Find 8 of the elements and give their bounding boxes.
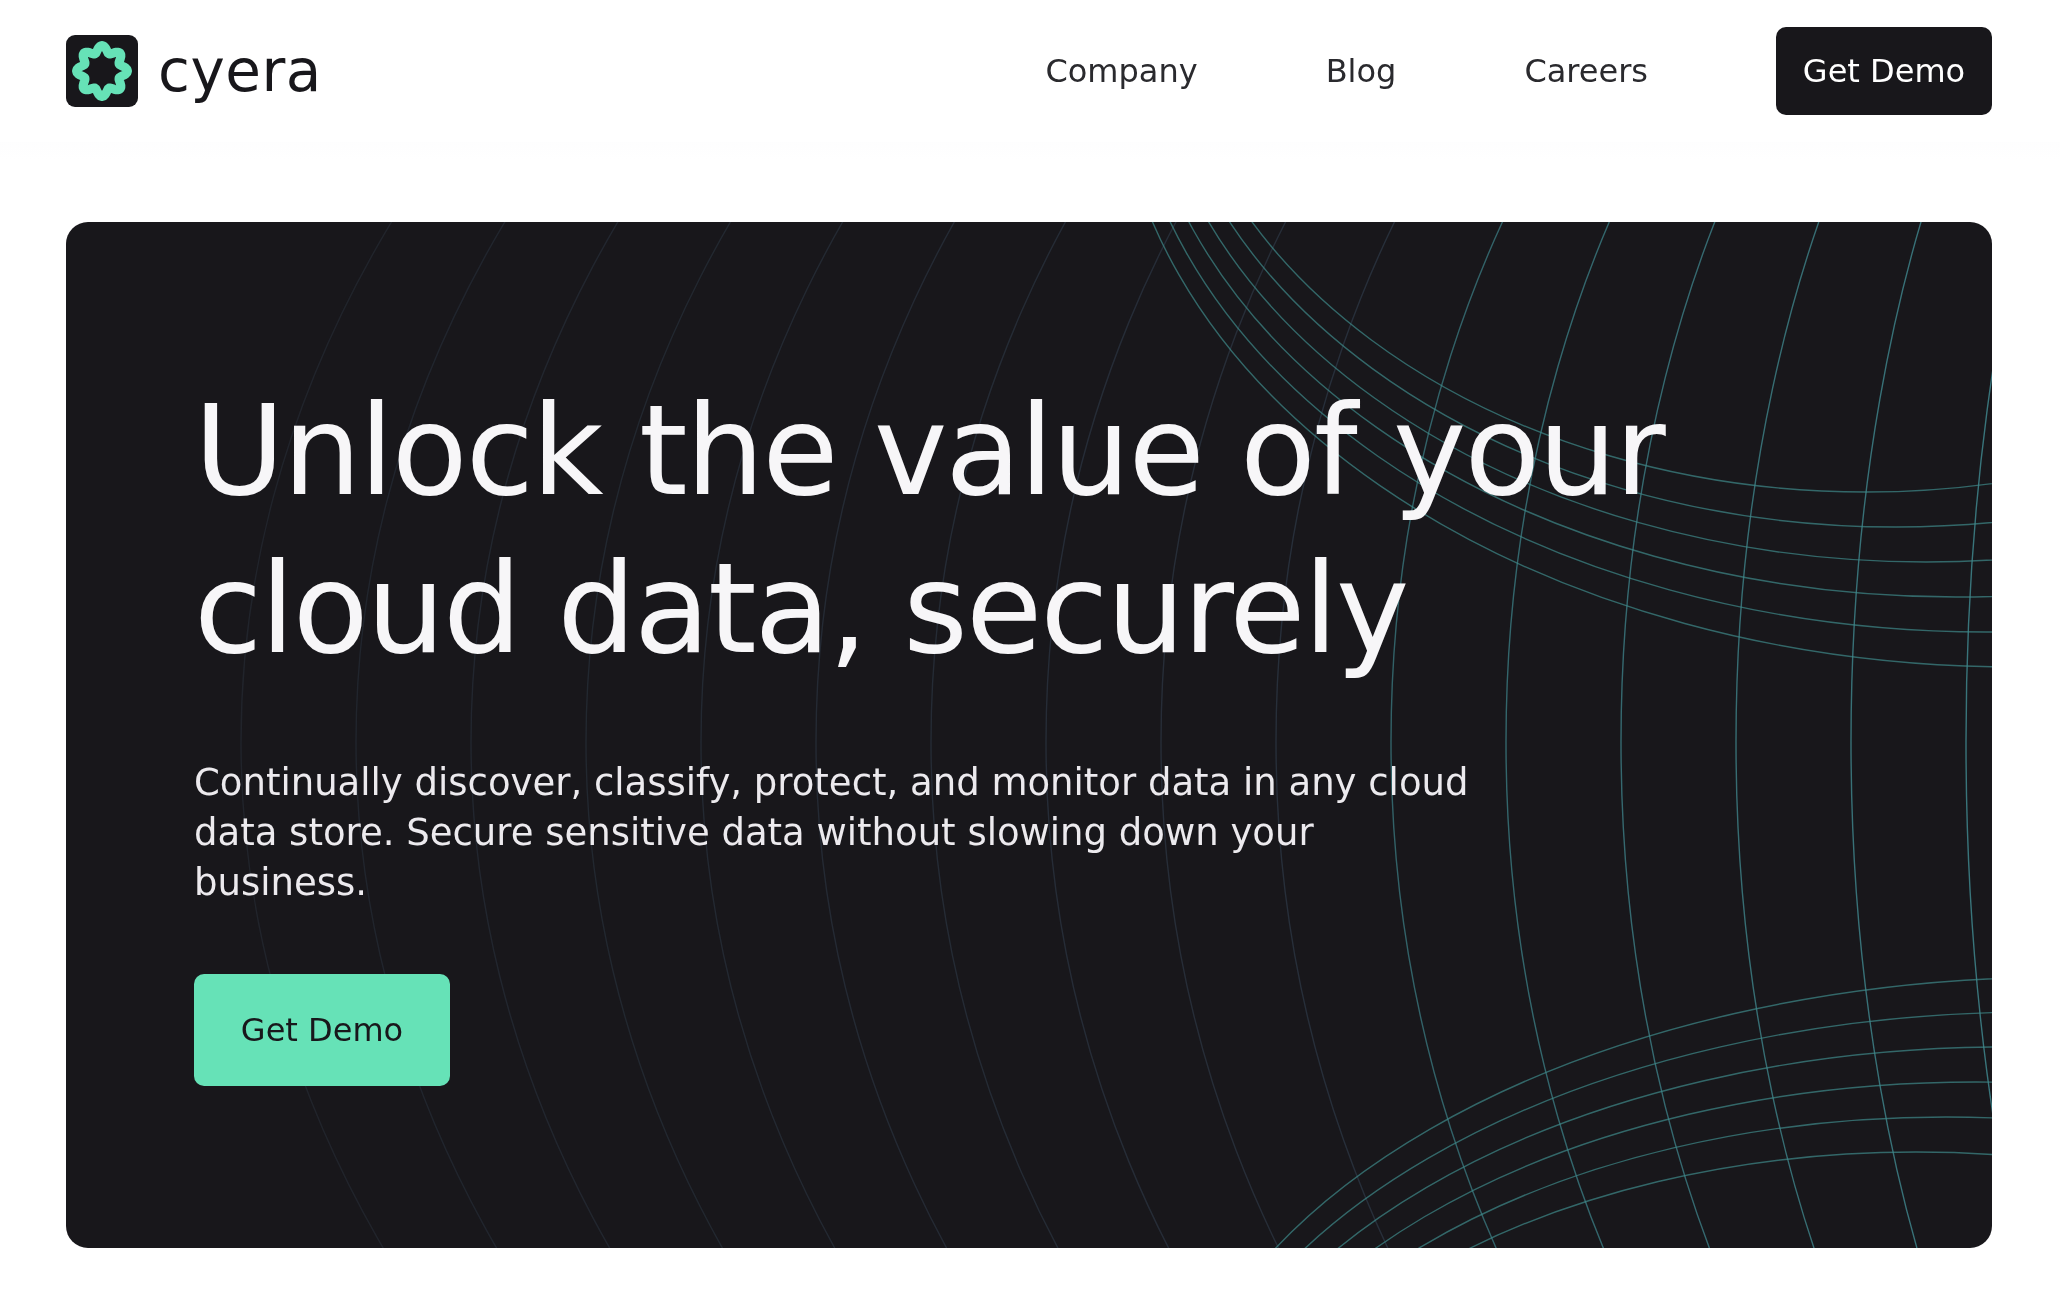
- hero-subtitle: Continually discover, classify, protect, and monitor data in any cloud data store. Secure sensitive data without slowing down your business.: [194, 760, 1470, 906]
- logo-icon: [66, 35, 138, 107]
- get-demo-button[interactable]: Get Demo: [194, 974, 450, 1086]
- get-demo-button[interactable]: Get Demo: [1776, 27, 1992, 115]
- nav-link[interactable]: Blog: [1325, 52, 1397, 90]
- nav-link[interactable]: Careers: [1524, 52, 1648, 90]
- hero-title: Unlock the value of your cloud data, securely: [194, 378, 1667, 683]
- nav-link[interactable]: Company: [1045, 52, 1198, 90]
